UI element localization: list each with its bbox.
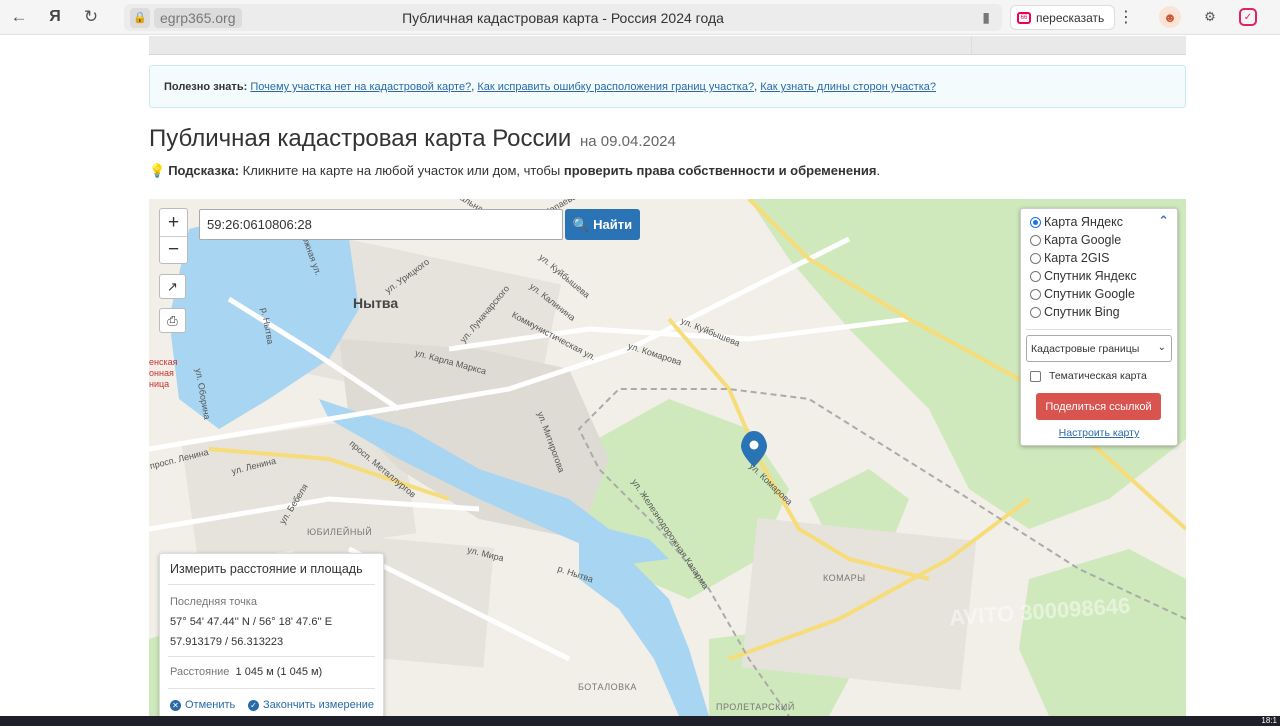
checkbox-icon[interactable] <box>1030 370 1041 382</box>
layer-option-2gis-map[interactable]: Карта 2GIS <box>1030 251 1109 265</box>
divider <box>168 656 375 657</box>
retell-label: пересказать <box>1036 10 1105 25</box>
hint: 💡 Подсказка: Кликните на карте на любой у… <box>149 163 880 179</box>
share-link-button[interactable]: Поделиться ссылкой <box>1036 393 1161 420</box>
bookmark-icon[interactable]: ▮ <box>982 9 990 26</box>
check-icon: ✓ <box>248 699 259 711</box>
zoom-out-button[interactable]: − <box>160 236 187 263</box>
cadastral-search-input[interactable] <box>199 209 563 240</box>
finish-measure-button[interactable]: ✓ Закончить измерение <box>248 699 374 711</box>
divider <box>168 584 375 585</box>
close-icon: ✕ <box>170 699 181 711</box>
retell-icon: 66 <box>1017 11 1031 24</box>
divider <box>1026 329 1172 330</box>
layer-option-google-satellite[interactable]: Спутник Google <box>1030 287 1135 301</box>
layer-option-bing-satellite[interactable]: Спутник Bing <box>1030 305 1120 319</box>
heading-date: на 09.04.2024 <box>580 133 676 150</box>
layer-label: Спутник Bing <box>1044 305 1120 319</box>
layer-option-yandex-map[interactable]: Карта Яндекс <box>1030 215 1123 229</box>
layer-label: Спутник Яндекс <box>1044 269 1137 283</box>
layer-label: Спутник Google <box>1044 287 1135 301</box>
lock-icon[interactable]: 🔒 <box>130 7 150 28</box>
radio-icon[interactable] <box>1030 306 1041 318</box>
reload-icon[interactable]: ↻ <box>77 3 105 31</box>
radio-icon[interactable] <box>1030 288 1041 300</box>
browser-toolbar: ← Я ↻ 🔒 egrp365.org Публичная кадастрова… <box>0 0 1280 35</box>
layer-option-google-map[interactable]: Карта Google <box>1030 233 1121 247</box>
hint-end: . <box>876 163 881 178</box>
hint-text: Кликните на карте на любой участок или д… <box>239 163 564 178</box>
distance-label: Расстояние <box>170 666 230 678</box>
radio-icon[interactable] <box>1030 252 1041 264</box>
heading-title: Публичная кадастровая карта России <box>149 125 572 152</box>
coords-dms: 57° 54' 47.44'' N / 56° 18' 47.6'' E <box>170 616 333 628</box>
info-link-fix-error[interactable]: Как исправить ошибку расположения границ… <box>477 81 754 93</box>
overlay-select-value: Кадастровые границы <box>1031 343 1140 355</box>
main-heading: Публичная кадастровая карта России на 09… <box>149 125 676 153</box>
thematic-map-toggle[interactable]: Тематическая карта <box>1030 370 1147 382</box>
address-bar[interactable]: 🔒 egrp365.org Публичная кадастровая карт… <box>124 4 1002 31</box>
finish-label: Закончить измерение <box>263 699 375 711</box>
page-title: Публичная кадастровая карта - Россия 202… <box>402 9 724 26</box>
search-button[interactable]: 🔍 Найти <box>565 209 640 240</box>
distance-value: 1 045 м (1 045 м) <box>235 666 323 678</box>
top-ad-bar <box>149 36 1186 55</box>
print-icon[interactable]: ⎙ <box>159 308 186 333</box>
chevron-down-icon: ⌄ <box>1157 342 1166 353</box>
distance-row: Расстояние 1 045 м (1 045 м) <box>170 666 322 678</box>
radio-icon[interactable] <box>1030 270 1041 282</box>
divider <box>168 688 375 689</box>
pocket-icon[interactable]: ✓ <box>1239 8 1257 26</box>
taskbar-clock: 18:1 <box>1261 716 1277 725</box>
zoom-in-button[interactable]: + <box>160 209 187 236</box>
last-point-label: Последняя точка <box>170 596 257 608</box>
map-label-city: Нытва <box>353 295 399 311</box>
radio-icon[interactable] <box>1030 234 1041 246</box>
radio-icon[interactable] <box>1030 216 1041 228</box>
chevron-up-icon[interactable]: ⌃ <box>1158 213 1169 229</box>
cancel-label: Отменить <box>185 699 236 711</box>
hint-bold: проверить права собственности и обремене… <box>563 163 877 178</box>
zoom-control: + − <box>159 208 188 264</box>
map-label-district: БОТАЛОВКА <box>578 682 637 692</box>
layer-label: Карта Google <box>1044 233 1122 247</box>
coords-decimal: 57.913179 / 56.313223 <box>170 636 284 648</box>
yandex-logo-icon[interactable]: Я <box>41 3 69 31</box>
cadastral-map[interactable]: Нытва ачальная ул. ул. Чапаева Южная ул.… <box>149 199 1186 716</box>
info-link-missing[interactable]: Почему участка нет на кадастровой карте? <box>250 81 471 93</box>
search-icon: 🔍 <box>572 216 590 232</box>
fullscreen-icon[interactable]: ↗ <box>159 274 186 299</box>
extensions-puzzle-icon[interactable]: ⚙ <box>1199 6 1221 28</box>
info-box: Полезно знать: Почему участка нет на кад… <box>149 65 1186 108</box>
cancel-measure-button[interactable]: ✕ Отменить <box>170 699 235 711</box>
map-label-district: КОМАРЫ <box>823 573 866 583</box>
back-icon[interactable]: ← <box>5 3 33 31</box>
layer-option-yandex-satellite[interactable]: Спутник Яндекс <box>1030 269 1137 283</box>
layer-label: Карта 2GIS <box>1044 251 1110 265</box>
search-button-label: Найти <box>593 217 633 232</box>
measure-panel: Измерить расстояние и площадь Последняя … <box>159 553 384 716</box>
measure-title: Измерить расстояние и площадь <box>170 562 363 576</box>
info-link-side-lengths[interactable]: Как узнать длины сторон участка? <box>760 81 936 93</box>
more-menu-icon[interactable]: ⋮ <box>1118 7 1134 27</box>
thematic-map-label: Тематическая карта <box>1049 370 1147 382</box>
configure-map-link[interactable]: Настроить карту <box>1021 427 1177 439</box>
retell-button[interactable]: 66 пересказать <box>1010 5 1116 30</box>
address-domain: egrp365.org <box>154 7 242 28</box>
map-label-hospital: енская онная ница <box>149 357 178 389</box>
hint-label: Подсказка: <box>168 163 240 178</box>
map-label-district: ЮБИЛЕЙНЫЙ <box>307 527 373 537</box>
layers-panel: ⌃ Карта Яндекс Карта Google Карта 2GIS С… <box>1020 208 1178 446</box>
lightbulb-icon: 💡 <box>149 163 166 178</box>
extension-avatar-icon[interactable]: ☻ <box>1159 6 1181 28</box>
map-label-district: ПРОЛЕТАРСКИЙ <box>716 702 795 712</box>
info-label: Полезно знать: <box>164 81 248 93</box>
layer-label: Карта Яндекс <box>1044 215 1123 229</box>
overlay-select[interactable]: Кадастровые границы ⌄ <box>1026 335 1172 362</box>
taskbar: 18:1 <box>0 716 1280 726</box>
